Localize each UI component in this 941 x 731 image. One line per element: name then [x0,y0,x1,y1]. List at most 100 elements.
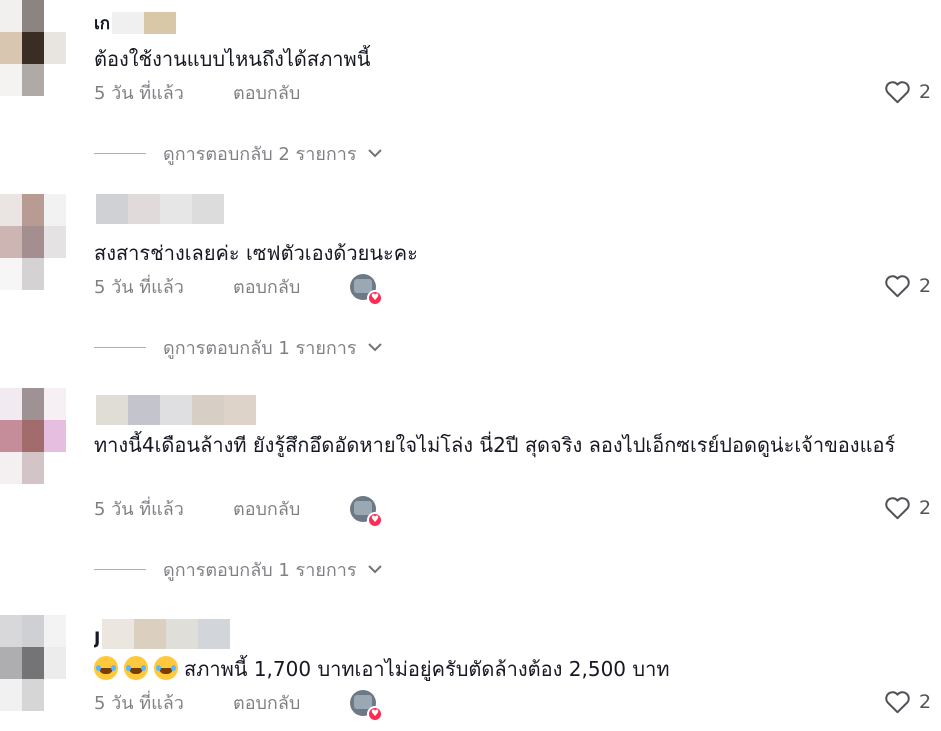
avatar-pixel [0,64,22,96]
creator-liked-badge: ♥ [350,274,383,306]
creator-liked-badge: ♥ [350,690,383,722]
username-pixel [128,395,160,425]
username-pixel [128,194,160,224]
avatar[interactable] [0,0,66,96]
comment-meta: 5 วัน ที่แล้ว ตอบกลับ [94,274,300,298]
comment-meta: 5 วัน ที่แล้ว ตอบกลับ [94,80,300,104]
view-replies-label: ดูการตอบกลับ 1 รายการ [163,559,357,581]
comment-text-body: สภาพนี้ 1,700 บาทเอาไม่อยู่ครับตัดล้างต้… [184,657,670,681]
avatar-pixel [44,226,66,258]
like-button[interactable]: 2 [884,79,931,104]
avatar-pixel [22,452,44,484]
avatar-pixel [44,64,66,96]
avatar-pixel [0,32,22,64]
comment-text: สงสารช่างเลยค่ะ เซฟตัวเองด้วยนะคะ [94,241,418,265]
username-visible-text: เก [94,14,111,34]
divider-line [94,346,146,348]
avatar-pixel [44,388,66,420]
avatar-pixel [0,420,22,452]
username[interactable] [94,194,224,224]
avatar-pixel [22,0,44,32]
avatar-pixel [0,226,22,258]
username-pixel [160,194,192,224]
avatar-pixel [44,647,66,679]
username[interactable] [94,395,256,425]
like-button[interactable]: 2 [884,495,931,520]
avatar-pixel [22,679,44,711]
reply-button[interactable]: ตอบกลับ [233,78,300,107]
heart-outline-icon [885,691,910,714]
chevron-down-icon [367,343,382,352]
avatar-pixel [0,388,22,420]
comment-time: 5 วัน ที่แล้ว [94,692,184,714]
avatar-pixel [0,0,22,32]
username-pixel [192,395,224,425]
avatar[interactable] [0,194,66,290]
avatar-pixel [44,420,66,452]
heart-filled-icon: ♥ [367,512,383,528]
avatar-pixel [44,452,66,484]
avatar-pixel [0,452,22,484]
like-count: 2 [919,496,932,519]
avatar[interactable] [0,388,66,484]
chevron-down-icon [367,565,382,574]
view-replies-button[interactable]: ดูการตอบกลับ 1 รายการ [94,335,383,359]
divider-line [94,568,146,570]
heart-filled-icon: ♥ [367,706,383,722]
heart-outline-icon [885,275,910,298]
reply-button[interactable]: ตอบกลับ [233,688,300,717]
avatar-pixel [22,388,44,420]
comment-text: ต้องใช้งานแบบไหนถึงได้สภาพนี้ [94,47,371,71]
comment-time: 5 วัน ที่แล้ว [94,82,184,104]
avatar-pixel [44,0,66,32]
avatar-pixel [0,258,22,290]
username-pixel [166,619,199,649]
username-visible-text: J [94,629,101,649]
avatar-pixel [22,32,44,64]
username-pixel [102,619,135,649]
chevron-down-icon [367,149,382,158]
like-count: 2 [919,690,932,713]
username[interactable]: เก [94,12,177,34]
emoji-rofl-icon [124,656,148,680]
avatar-pixel [22,64,44,96]
username-pixel [224,395,256,425]
like-count: 2 [919,274,932,297]
comment-time: 5 วัน ที่แล้ว [94,276,184,298]
username-pixel [134,619,167,649]
avatar-pixel [44,194,66,226]
divider-line [94,152,146,154]
reply-button[interactable]: ตอบกลับ [233,272,300,301]
emoji-rofl-icon [94,656,118,680]
avatar-pixel [0,194,22,226]
like-count: 2 [919,80,932,103]
avatar-pixel [22,226,44,258]
view-replies-label: ดูการตอบกลับ 2 รายการ [163,143,357,165]
username-pixel [144,12,177,34]
username-pixel [96,194,128,224]
comment-text: ทางนี้4เดือนล้างที ยังรู้สึกอึดอัดหายใจไ… [94,433,896,457]
avatar-pixel [22,258,44,290]
view-replies-button[interactable]: ดูการตอบกลับ 1 รายการ [94,557,383,581]
avatar-pixel [0,647,22,679]
comment-text: สภาพนี้ 1,700 บาทเอาไม่อยู่ครับตัดล้างต้… [94,654,914,684]
username-pixel [96,395,128,425]
view-replies-button[interactable]: ดูการตอบกลับ 2 รายการ [94,141,383,165]
reply-button[interactable]: ตอบกลับ [233,494,300,523]
comment-time: 5 วัน ที่แล้ว [94,498,184,520]
like-button[interactable]: 2 [884,689,931,714]
avatar-pixel [22,194,44,226]
avatar-pixel [22,615,44,647]
emoji-rofl-icon [154,656,178,680]
avatar-pixel [22,420,44,452]
username[interactable]: J [94,619,231,649]
heart-outline-icon [885,497,910,520]
avatar-pixel [44,258,66,290]
username-pixel [112,12,145,34]
avatar[interactable] [0,615,66,711]
like-button[interactable]: 2 [884,273,931,298]
username-pixel [160,395,192,425]
comment-meta: 5 วัน ที่แล้ว ตอบกลับ [94,496,300,520]
avatar-pixel [44,32,66,64]
avatar-pixel [22,647,44,679]
